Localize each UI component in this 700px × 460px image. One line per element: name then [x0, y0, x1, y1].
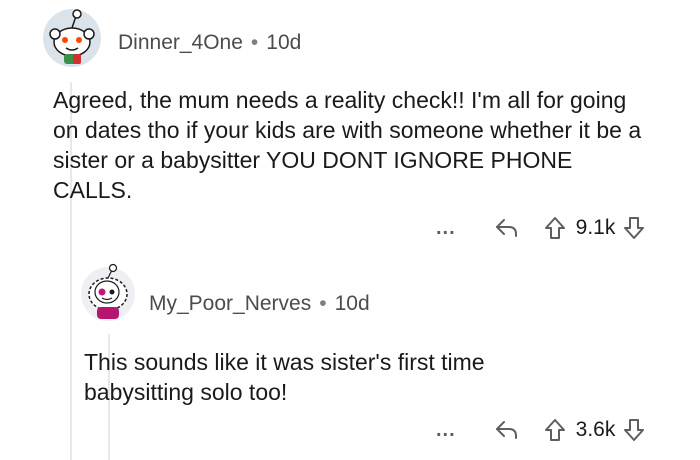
reply-arrow-icon [495, 219, 517, 237]
comment-age: 10d [266, 31, 302, 54]
snoo-avatar-icon [81, 263, 135, 321]
more-options-button[interactable]: ... [436, 419, 456, 442]
comment-actions: ... 9.1k [436, 216, 645, 240]
vote-count: 3.6k [575, 418, 616, 441]
comment-actions: ... 3.6k [436, 418, 645, 442]
upvote-button[interactable] [544, 216, 566, 240]
upvote-icon [544, 217, 565, 239]
reply-arrow-icon [495, 421, 517, 439]
comment-meta: My_Poor_Nerves • 10d [149, 292, 370, 316]
avatar[interactable] [78, 262, 138, 322]
username[interactable]: Dinner_4One [118, 31, 243, 55]
username[interactable]: My_Poor_Nerves [149, 292, 311, 316]
reply-button[interactable] [494, 217, 520, 239]
reply-button[interactable] [494, 419, 520, 441]
vote-count: 9.1k [575, 216, 616, 239]
comment-body: This sounds like it was sister's first t… [84, 349, 485, 405]
downvote-button[interactable] [623, 418, 645, 442]
downvote-button[interactable] [623, 216, 645, 240]
snoo-avatar-icon [43, 9, 101, 67]
upvote-button[interactable] [544, 418, 566, 442]
downvote-icon [624, 217, 645, 239]
comment-age: 10d [334, 292, 370, 315]
downvote-icon [624, 419, 645, 441]
comment-body: Agreed, the mum needs a reality check!! … [53, 87, 642, 203]
comment-meta: Dinner_4One • 10d [118, 31, 301, 55]
meta-separator: • [319, 292, 327, 315]
more-options-button[interactable]: ... [436, 217, 456, 240]
upvote-icon [544, 419, 565, 441]
meta-separator: • [250, 31, 259, 54]
avatar[interactable] [40, 4, 104, 68]
